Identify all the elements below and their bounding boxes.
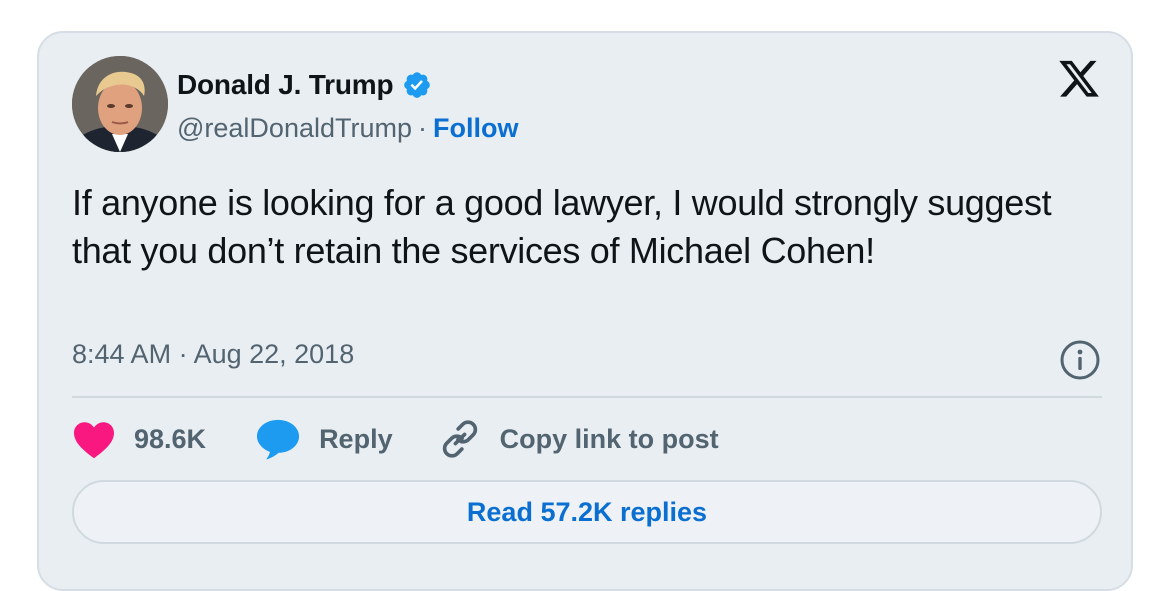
speech-bubble-icon (257, 419, 300, 460)
avatar-photo-icon (72, 56, 168, 152)
like-button[interactable]: 98.6K (72, 419, 206, 459)
read-replies-button[interactable]: Read 57.2K replies (72, 480, 1102, 544)
reply-label: Reply (319, 423, 393, 454)
reply-button[interactable]: Reply (255, 417, 393, 461)
author-handle-row: @realDonaldTrump · Follow (177, 111, 518, 145)
author-name[interactable]: Donald J. Trump (177, 69, 394, 101)
follow-button[interactable]: Follow (433, 113, 518, 144)
like-count: 98.6K (134, 423, 207, 454)
author-avatar[interactable] (72, 56, 168, 152)
heart-icon (74, 422, 114, 459)
action-bar: 98.6K Reply Copy link to post (72, 417, 719, 461)
divider (72, 396, 1102, 398)
info-icon[interactable] (1058, 338, 1102, 382)
author-handle[interactable]: @realDonaldTrump (177, 113, 412, 144)
verified-badge-icon (404, 72, 431, 98)
tweet-timestamp[interactable]: 8:44 AM · Aug 22, 2018 (72, 339, 354, 370)
copy-link-label: Copy link to post (499, 423, 719, 454)
copy-link-button[interactable]: Copy link to post (438, 417, 719, 461)
x-logo-icon[interactable] (1057, 60, 1101, 102)
tweet-text: If anyone is looking for a good lawyer, … (72, 182, 1052, 271)
author-name-row: Donald J. Trump (177, 67, 432, 103)
handle-separator: · (418, 112, 427, 143)
link-icon (442, 420, 477, 458)
tweet-card: Donald J. Trump @realDonaldTrump · Follo… (37, 31, 1133, 591)
